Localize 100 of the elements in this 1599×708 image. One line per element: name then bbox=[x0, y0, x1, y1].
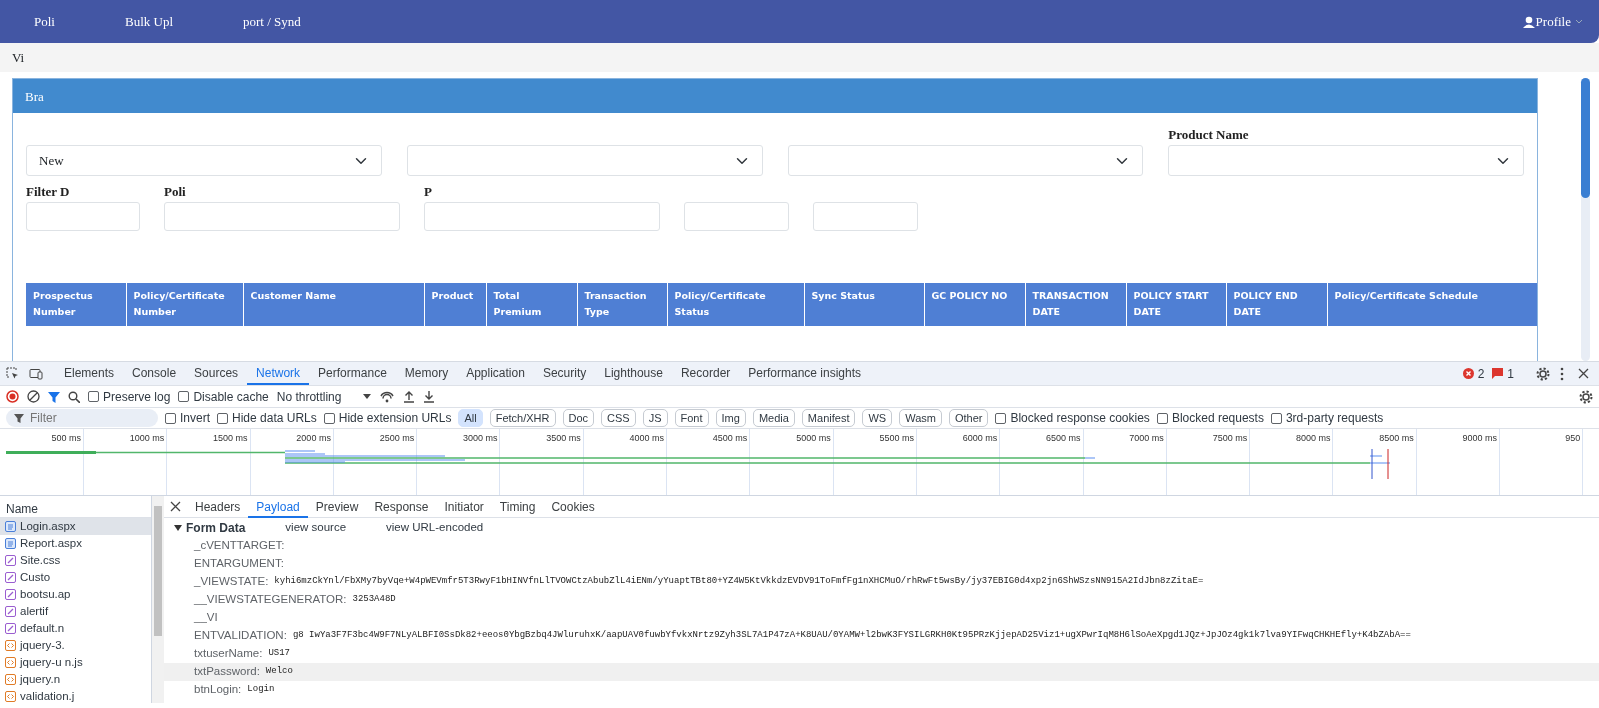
caret-icon bbox=[363, 394, 372, 399]
select-field[interactable] bbox=[406, 145, 763, 176]
request-row[interactable]: Site.css bbox=[0, 552, 151, 569]
profile-menu[interactable]: Profile bbox=[1522, 11, 1583, 32]
type-filter-button[interactable]: Other bbox=[948, 409, 989, 427]
view-link[interactable]: view URL-encoded bbox=[386, 518, 484, 537]
clear-icon[interactable] bbox=[27, 390, 40, 403]
column-header: Total Premium bbox=[486, 283, 577, 326]
request-row[interactable]: jquery-3. bbox=[0, 637, 151, 654]
inspect-icon[interactable] bbox=[6, 367, 19, 380]
script-icon bbox=[5, 657, 16, 668]
select-field[interactable] bbox=[787, 145, 1144, 176]
type-filter-button[interactable]: Wasm bbox=[899, 409, 942, 427]
input-field[interactable] bbox=[164, 202, 400, 231]
checkbox[interactable]: Disable cache bbox=[178, 387, 269, 406]
type-filter-button[interactable]: WS bbox=[862, 409, 893, 427]
scrollbar[interactable] bbox=[1581, 78, 1590, 361]
type-filter-button[interactable]: CSS bbox=[601, 409, 636, 427]
issue-icon bbox=[1492, 368, 1504, 379]
devtools-tab[interactable]: Memory bbox=[395, 362, 458, 385]
tick-label: 5500 ms bbox=[879, 433, 914, 443]
close-icon[interactable] bbox=[1578, 368, 1589, 379]
devtools-tab[interactable]: Recorder bbox=[671, 362, 740, 385]
error-count[interactable]: 2 bbox=[1462, 364, 1485, 383]
detail-tab[interactable]: Payload bbox=[248, 496, 308, 518]
type-filter-button[interactable]: JS bbox=[642, 409, 668, 427]
stylesheet-icon bbox=[5, 589, 16, 600]
checkbox[interactable]: Hide extension URLs bbox=[323, 409, 452, 427]
stylesheet-icon bbox=[5, 623, 16, 634]
select-field[interactable] bbox=[1168, 145, 1524, 176]
tick-label: 8000 ms bbox=[1295, 433, 1331, 443]
request-row[interactable]: default.n bbox=[0, 620, 151, 637]
detail-tab[interactable]: Cookies bbox=[543, 496, 603, 518]
issue-count[interactable]: 1 bbox=[1492, 364, 1514, 383]
close-icon[interactable] bbox=[170, 501, 181, 512]
request-row[interactable]: validation.j bbox=[0, 688, 151, 703]
type-filter-button[interactable]: Manifest bbox=[801, 409, 856, 427]
input-field[interactable] bbox=[424, 202, 660, 231]
checkbox[interactable]: Preserve log bbox=[88, 387, 171, 406]
nav-link[interactable]: Bulk Upl bbox=[124, 11, 173, 32]
view-link[interactable]: view source bbox=[285, 518, 347, 537]
checkbox[interactable]: Blocked requests bbox=[1156, 409, 1264, 427]
upload-icon[interactable] bbox=[403, 390, 416, 403]
type-filter-button[interactable]: Media bbox=[752, 409, 795, 427]
device-toolbar-icon[interactable] bbox=[29, 367, 43, 380]
devtools-tab[interactable]: Sources bbox=[185, 362, 248, 385]
type-filter-button[interactable]: All bbox=[458, 409, 483, 427]
devtools-tab[interactable]: Security bbox=[533, 362, 596, 385]
more-menu-icon[interactable] bbox=[1560, 366, 1564, 381]
input-field[interactable] bbox=[813, 202, 918, 231]
settings-icon[interactable] bbox=[1579, 389, 1593, 404]
checkbox[interactable]: Hide data URLs bbox=[217, 409, 317, 427]
filter-field[interactable]: Filter bbox=[6, 409, 158, 427]
type-filter-button[interactable]: Font bbox=[674, 409, 709, 427]
detail-tab[interactable]: Headers bbox=[187, 496, 249, 518]
scrollbar-thumb[interactable] bbox=[154, 506, 162, 636]
checkbox[interactable]: 3rd-party requests bbox=[1270, 409, 1384, 427]
select-field[interactable]: New bbox=[26, 145, 382, 176]
type-filter-button[interactable]: Fetch/XHR bbox=[489, 409, 556, 427]
type-filter-button[interactable]: Doc bbox=[562, 409, 595, 427]
scrollbar-thumb[interactable] bbox=[1581, 78, 1590, 198]
download-icon[interactable] bbox=[423, 390, 436, 403]
detail-tab[interactable]: Initiator bbox=[436, 496, 492, 518]
checkbox[interactable]: Invert bbox=[165, 409, 210, 427]
detail-tab[interactable]: Timing bbox=[491, 496, 544, 518]
section-toggle[interactable]: Form Data bbox=[174, 518, 246, 537]
request-row[interactable]: Login.aspx bbox=[0, 518, 151, 535]
type-filter-button[interactable]: Img bbox=[715, 409, 746, 427]
field-key: txtuserName: bbox=[194, 645, 263, 663]
scrollbar[interactable] bbox=[152, 496, 164, 703]
request-row[interactable]: Report.aspx bbox=[0, 535, 151, 552]
devtools-tab[interactable]: Network bbox=[247, 362, 310, 385]
devtools-tab[interactable]: Lighthouse bbox=[595, 362, 672, 385]
tick-label: 1500 ms bbox=[213, 433, 248, 443]
devtools-tab[interactable]: Console bbox=[123, 362, 186, 385]
filter-icon[interactable] bbox=[48, 390, 60, 403]
nav-link[interactable]: port / Synd bbox=[243, 11, 301, 32]
input-field[interactable] bbox=[26, 202, 140, 231]
devtools-tab[interactable]: Elements bbox=[55, 362, 124, 385]
network-conditions-icon[interactable] bbox=[379, 390, 396, 403]
request-row[interactable]: Custo bbox=[0, 569, 151, 586]
devtools-tab[interactable]: Performance bbox=[309, 362, 396, 385]
throttling-dropdown[interactable]: No throttling bbox=[276, 387, 372, 406]
request-row[interactable]: bootsu.ap bbox=[0, 586, 151, 603]
devtools-tab[interactable]: Application bbox=[457, 362, 534, 385]
tick-label: 3500 ms bbox=[546, 433, 581, 443]
settings-icon[interactable] bbox=[1536, 366, 1550, 381]
script-icon bbox=[5, 674, 16, 685]
search-icon[interactable] bbox=[68, 390, 80, 403]
nav-link[interactable]: Poli bbox=[34, 11, 55, 32]
request-row[interactable]: alertif bbox=[0, 603, 151, 620]
detail-tab[interactable]: Preview bbox=[307, 496, 367, 518]
checkbox[interactable]: Blocked response cookies bbox=[995, 409, 1150, 427]
request-row[interactable]: jquery-u n.js bbox=[0, 654, 151, 671]
request-row[interactable]: jquery.n bbox=[0, 671, 151, 688]
devtools-tab[interactable]: Performance insights bbox=[739, 362, 871, 385]
input-field[interactable] bbox=[684, 202, 789, 231]
error-icon bbox=[1462, 368, 1474, 379]
record-icon[interactable] bbox=[6, 390, 19, 403]
detail-tab[interactable]: Response bbox=[366, 496, 437, 518]
